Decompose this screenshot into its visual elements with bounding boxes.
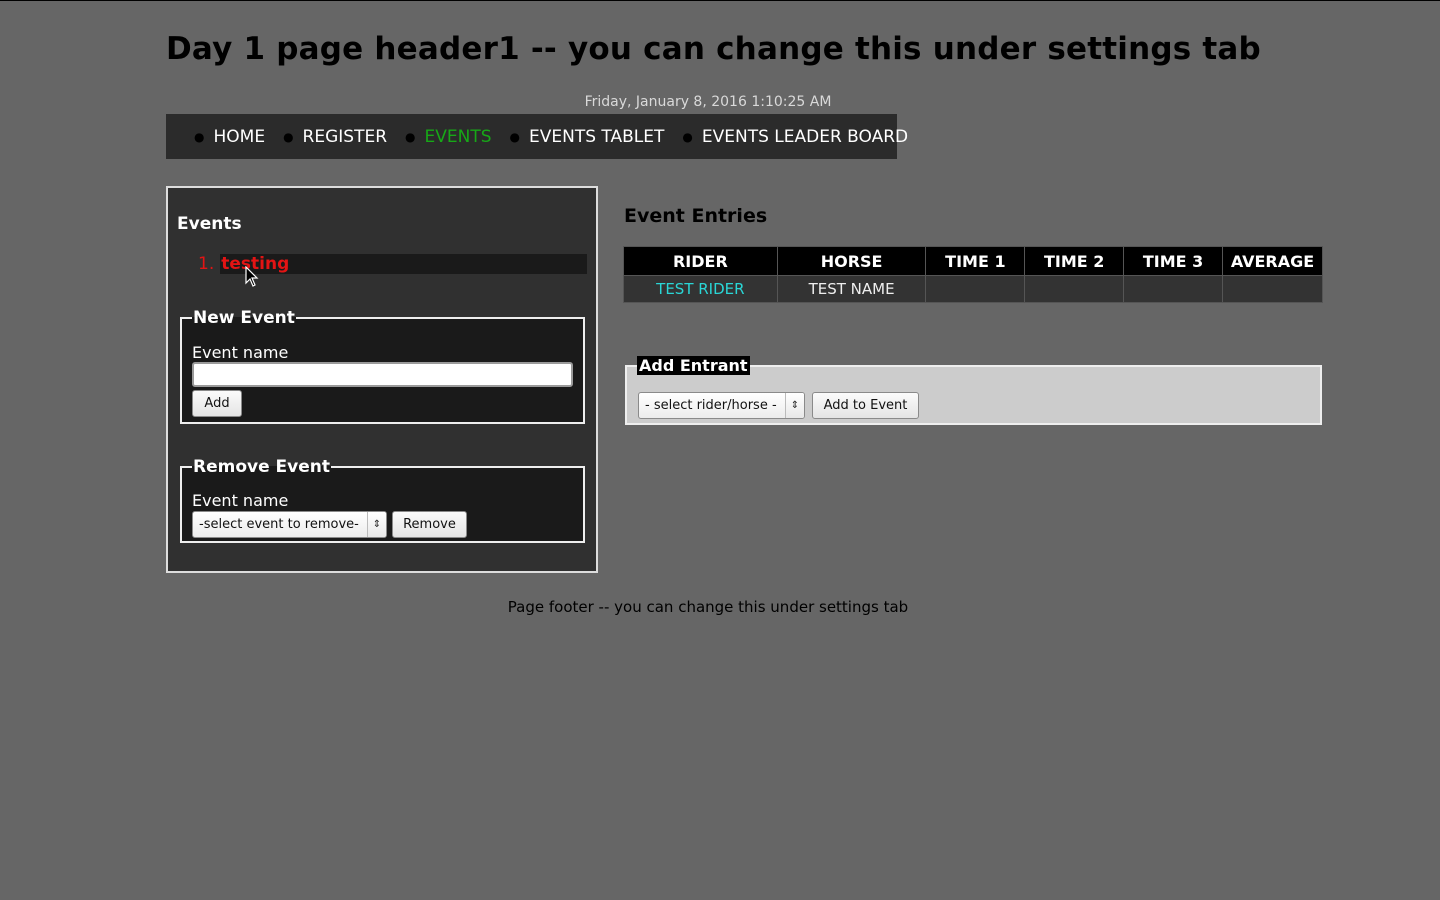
nav-item-events[interactable]: ● EVENTS: [405, 127, 492, 147]
table-row: TEST RIDER TEST NAME: [623, 275, 1323, 303]
new-event-legend: New Event: [193, 308, 295, 328]
rider-link[interactable]: TEST RIDER: [623, 275, 778, 303]
remove-event-select[interactable]: -select event to remove- ⇕: [192, 511, 387, 538]
nav-label: EVENTS TABLET: [529, 126, 665, 147]
time1-cell[interactable]: [925, 275, 1026, 303]
select-arrows-icon: ⇕: [785, 393, 804, 418]
nav-item-register[interactable]: ● REGISTER: [283, 127, 387, 147]
add-to-event-button[interactable]: Add to Event: [812, 392, 919, 419]
average-cell: [1222, 275, 1323, 303]
add-entrant-form: Add Entrant - select rider/horse - ⇕ Add…: [625, 356, 1322, 425]
column-header-time1: TIME 1: [925, 246, 1026, 276]
time2-cell[interactable]: [1024, 275, 1125, 303]
column-header-horse: HORSE: [776, 246, 927, 276]
time3-cell[interactable]: [1123, 275, 1223, 303]
event-entries-table: RIDER HORSE TIME 1 TIME 2 TIME 3 AVERAGE…: [623, 246, 1323, 303]
remove-event-legend: Remove Event: [193, 457, 330, 477]
nav-label: HOME: [213, 126, 266, 147]
bullet-icon: ●: [509, 129, 520, 144]
add-entrant-legend: Add Entrant: [637, 356, 750, 375]
horse-cell: TEST NAME: [776, 275, 927, 303]
event-name-link[interactable]: testing: [220, 254, 587, 274]
column-header-time3: TIME 3: [1123, 246, 1223, 276]
events-heading: Events: [177, 214, 242, 234]
mouse-cursor-icon: [245, 266, 259, 287]
bullet-icon: ●: [405, 129, 416, 144]
select-arrows-icon: ⇕: [367, 512, 386, 537]
remove-event-name-label: Event name: [192, 491, 289, 510]
table-header-row: RIDER HORSE TIME 1 TIME 2 TIME 3 AVERAGE: [623, 246, 1323, 276]
nav-label: EVENTS: [424, 126, 492, 147]
remove-event-select-value: -select event to remove-: [199, 517, 359, 532]
events-panel: Events 1. testing New Event Event name A…: [166, 186, 598, 573]
nav-label: REGISTER: [302, 126, 388, 147]
nav-item-home[interactable]: ● HOME: [194, 127, 265, 147]
bullet-icon: ●: [194, 129, 205, 144]
remove-event-form: Remove Event Event name -select event to…: [180, 457, 585, 543]
rider-horse-select[interactable]: - select rider/horse - ⇕: [638, 392, 805, 419]
bullet-icon: ●: [682, 129, 693, 144]
add-event-button[interactable]: Add: [192, 390, 242, 417]
event-name-input[interactable]: [192, 362, 573, 387]
remove-event-button[interactable]: Remove: [392, 511, 467, 538]
event-number: 1.: [198, 254, 215, 274]
nav-item-events-tablet[interactable]: ● EVENTS TABLET: [510, 127, 665, 147]
page-title: Day 1 page header1 -- you can change thi…: [166, 31, 1261, 67]
column-header-time2: TIME 2: [1024, 246, 1125, 276]
column-header-rider: RIDER: [623, 246, 778, 276]
nav-label: EVENTS LEADER BOARD: [701, 126, 909, 147]
nav-item-events-leader-board[interactable]: ● EVENTS LEADER BOARD: [682, 127, 908, 147]
rider-horse-select-value: - select rider/horse -: [645, 398, 777, 413]
new-event-form: New Event Event name Add: [180, 308, 585, 424]
main-nav: ● HOME ● REGISTER ● EVENTS ● EVENTS TABL…: [166, 114, 908, 159]
event-entries-heading: Event Entries: [624, 205, 768, 227]
bullet-icon: ●: [283, 129, 294, 144]
datetime-display: Friday, January 8, 2016 1:10:25 AM: [584, 94, 832, 110]
event-name-label: Event name: [192, 343, 289, 362]
page-footer: Page footer -- you can change this under…: [507, 598, 909, 616]
column-header-average: AVERAGE: [1222, 246, 1323, 276]
